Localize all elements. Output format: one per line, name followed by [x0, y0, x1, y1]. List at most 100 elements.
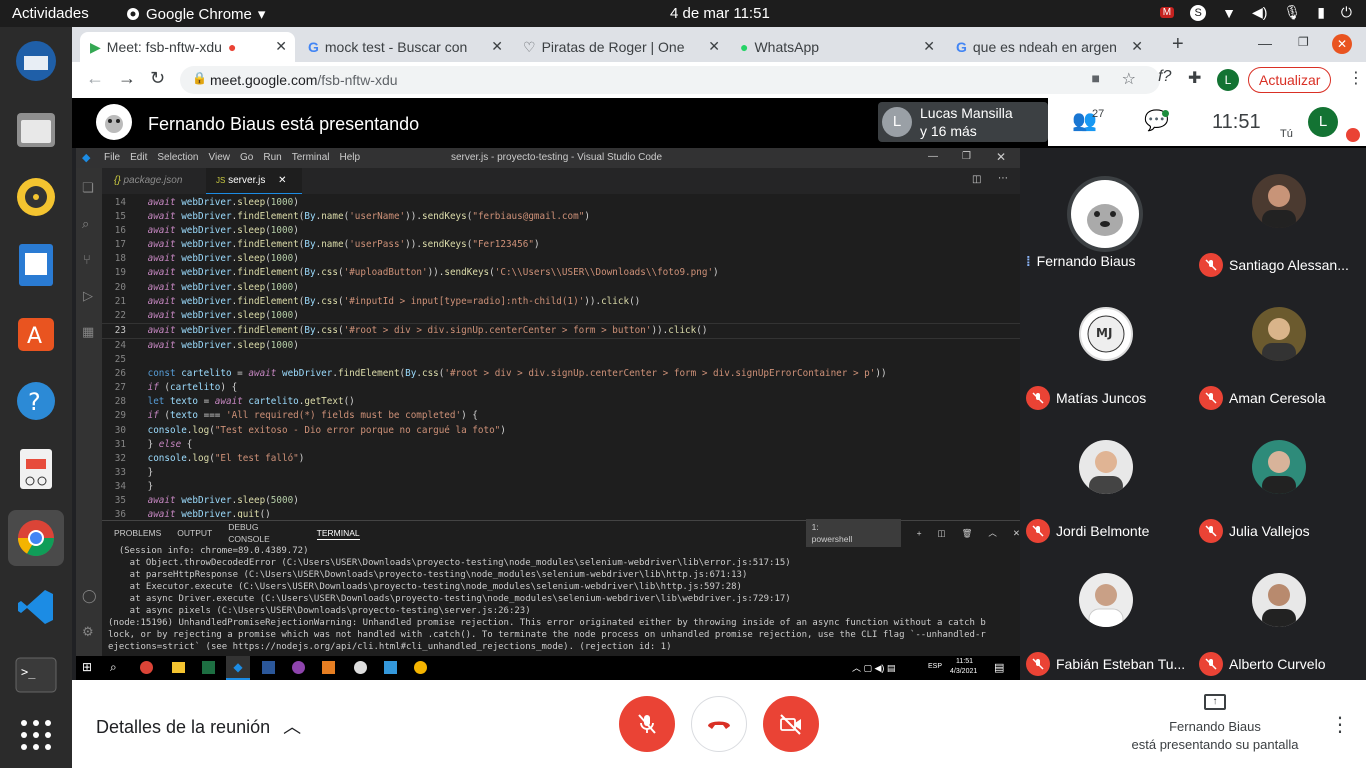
panel-tab-terminal[interactable]: TERMINAL: [316, 527, 360, 540]
software-center-icon[interactable]: A: [8, 305, 64, 361]
windows-search-icon[interactable]: ⌕: [110, 660, 117, 675]
menu-selection[interactable]: Selection: [157, 152, 198, 163]
windows-start-icon[interactable]: ⊞: [82, 660, 92, 674]
taskbar-word-icon[interactable]: [262, 661, 275, 674]
libreoffice-writer-icon[interactable]: [8, 237, 64, 293]
participant-tile[interactable]: Fabián Esteban Tu...: [1020, 547, 1193, 680]
tab-whatsapp[interactable]: ● WhatsApp ✕: [730, 32, 943, 62]
menu-help[interactable]: Help: [340, 152, 361, 163]
split-terminal-icon[interactable]: ◫: [938, 527, 946, 539]
menu-view[interactable]: View: [209, 152, 231, 163]
activities-button[interactable]: Actividades: [12, 5, 89, 22]
camera-toggle-button[interactable]: [763, 696, 819, 752]
terminal-select[interactable]: 1: powershell: [805, 519, 901, 547]
editor-tab-server-js[interactable]: JS server.js ✕: [206, 168, 302, 194]
power-menu-icon[interactable]: ⏻: [1341, 4, 1352, 21]
show-applications-icon[interactable]: [8, 707, 64, 763]
profile-avatar[interactable]: L: [1217, 69, 1239, 91]
system-tray[interactable]: M S ▼ ◀) 🎙 ▮ ⏻: [1159, 4, 1352, 21]
maximize-window-icon[interactable]: ❐: [1298, 35, 1309, 49]
terminal-panel[interactable]: PROBLEMS OUTPUT DEBUG CONSOLE TERMINAL 1…: [102, 519, 1020, 678]
mail-icon[interactable]: M: [1159, 7, 1175, 18]
taskbar-excel-icon[interactable]: [202, 661, 215, 674]
self-avatar[interactable]: L: [1308, 107, 1338, 137]
vscode-minimize-icon[interactable]: —: [928, 151, 938, 162]
tab-piratas[interactable]: ♡ Piratas de Roger | One ✕: [513, 32, 728, 62]
win-tray-icons[interactable]: ︿ ▢ ◀) ▤: [852, 661, 895, 674]
taskbar-orange-app-icon[interactable]: [322, 661, 335, 674]
more-actions-icon[interactable]: ⋯: [998, 173, 1008, 184]
present-screen-icon[interactable]: ↑: [1204, 694, 1226, 710]
taskbar-github-icon[interactable]: [354, 661, 367, 674]
taskbar-chrome-icon[interactable]: [140, 661, 153, 674]
new-tab-button[interactable]: +: [1172, 33, 1184, 56]
vscode-maximize-icon[interactable]: ❐: [962, 151, 971, 162]
microphone-icon[interactable]: 🎙: [1283, 4, 1301, 21]
editor-tab-package-json[interactable]: {} package.json: [102, 168, 206, 194]
skype-icon[interactable]: S: [1190, 4, 1207, 21]
close-editor-tab-icon[interactable]: ✕: [278, 175, 286, 186]
panel-tab-debug-console[interactable]: DEBUG CONSOLE: [228, 521, 300, 545]
menu-terminal[interactable]: Terminal: [292, 152, 330, 163]
panel-tab-output[interactable]: OUTPUT: [177, 527, 212, 539]
taskbar-blue-app-icon[interactable]: [384, 661, 397, 674]
leave-call-button[interactable]: [691, 696, 747, 752]
participant-tile[interactable]: Aman Ceresola: [1193, 281, 1366, 414]
source-control-icon[interactable]: ⑂: [83, 252, 91, 267]
thunderbird-icon[interactable]: [8, 33, 64, 89]
maximize-panel-icon[interactable]: ︿: [988, 527, 997, 539]
run-debug-icon[interactable]: ▷: [83, 288, 93, 304]
participant-tile[interactable]: Santiago Alessan...: [1193, 148, 1366, 281]
explorer-icon[interactable]: ❏: [82, 180, 94, 196]
menu-run[interactable]: Run: [263, 152, 281, 163]
meeting-details-button[interactable]: Detalles de la reunión ︿: [96, 713, 301, 739]
document-viewer-icon[interactable]: [8, 441, 64, 497]
close-tab-icon[interactable]: ✕: [923, 38, 935, 55]
search-icon[interactable]: ⌕: [82, 216, 89, 232]
camera-icon[interactable]: ■: [1092, 70, 1100, 86]
participant-tile[interactable]: ⁞ Fernando Biaus: [1020, 148, 1193, 281]
taskbar-files-icon[interactable]: [172, 662, 185, 673]
help-icon[interactable]: ?: [8, 373, 64, 429]
close-tab-icon[interactable]: ✕: [1131, 38, 1143, 55]
close-tab-icon[interactable]: ✕: [491, 38, 503, 55]
files-icon[interactable]: [8, 101, 64, 157]
reload-icon[interactable]: ↻: [150, 68, 165, 89]
vscode-close-icon[interactable]: ✕: [996, 150, 1006, 164]
taskbar-chrome-icon-2[interactable]: [414, 661, 427, 674]
address-bar[interactable]: 🔒 meet.google.com/fsb-nftw-xdu ■ ☆: [180, 66, 1160, 94]
menu-go[interactable]: Go: [240, 152, 253, 163]
terminal-icon[interactable]: >_: [8, 647, 64, 703]
app-menu[interactable]: Google Chrome ▾: [126, 5, 265, 23]
wifi-icon[interactable]: ▼: [1222, 5, 1236, 21]
close-window-icon[interactable]: ✕: [1332, 34, 1352, 54]
extensions-icon[interactable]: ▦: [82, 324, 94, 340]
new-terminal-icon[interactable]: +: [917, 527, 922, 539]
rhythmbox-icon[interactable]: [8, 169, 64, 225]
menu-edit[interactable]: Edit: [130, 152, 147, 163]
close-tab-icon[interactable]: ✕: [275, 38, 287, 55]
guest-pin[interactable]: L Lucas Mansilla y 16 más: [878, 102, 1048, 142]
manage-gear-icon[interactable]: ⚙: [82, 624, 94, 640]
volume-icon[interactable]: ◀): [1252, 4, 1267, 21]
forward-icon[interactable]: →: [118, 68, 136, 89]
participant-tile[interactable]: Julia Vallejos: [1193, 414, 1366, 547]
formula-extension-icon[interactable]: f?: [1158, 68, 1171, 86]
win-tray-date[interactable]: 4/3/2021: [950, 668, 977, 675]
chrome-menu-icon[interactable]: ⋮: [1348, 68, 1364, 88]
tab-meet[interactable]: ▶ Meet: fsb-nftw-xdu ● ✕: [80, 32, 295, 62]
update-chrome-button[interactable]: Actualizar: [1248, 67, 1332, 93]
taskbar-purple-app-icon[interactable]: [292, 661, 305, 674]
extensions-puzzle-icon[interactable]: ✚: [1188, 68, 1201, 88]
code-editor[interactable]: 14 await webDriver.sleep(1000) 15 await …: [102, 196, 1020, 518]
chrome-dock-icon[interactable]: [8, 510, 64, 566]
participant-tile[interactable]: Alberto Curvelo: [1193, 547, 1366, 680]
menu-file[interactable]: File: [104, 152, 120, 163]
panel-tab-problems[interactable]: PROBLEMS: [114, 527, 161, 539]
accounts-icon[interactable]: ◯: [82, 588, 97, 604]
battery-icon[interactable]: ▮: [1317, 4, 1325, 21]
minimize-window-icon[interactable]: —: [1258, 35, 1272, 51]
kill-terminal-icon[interactable]: 🗑: [962, 527, 973, 539]
system-clock[interactable]: 4 de mar 11:51: [670, 5, 770, 22]
win-tray-lang[interactable]: ESP: [928, 663, 942, 670]
